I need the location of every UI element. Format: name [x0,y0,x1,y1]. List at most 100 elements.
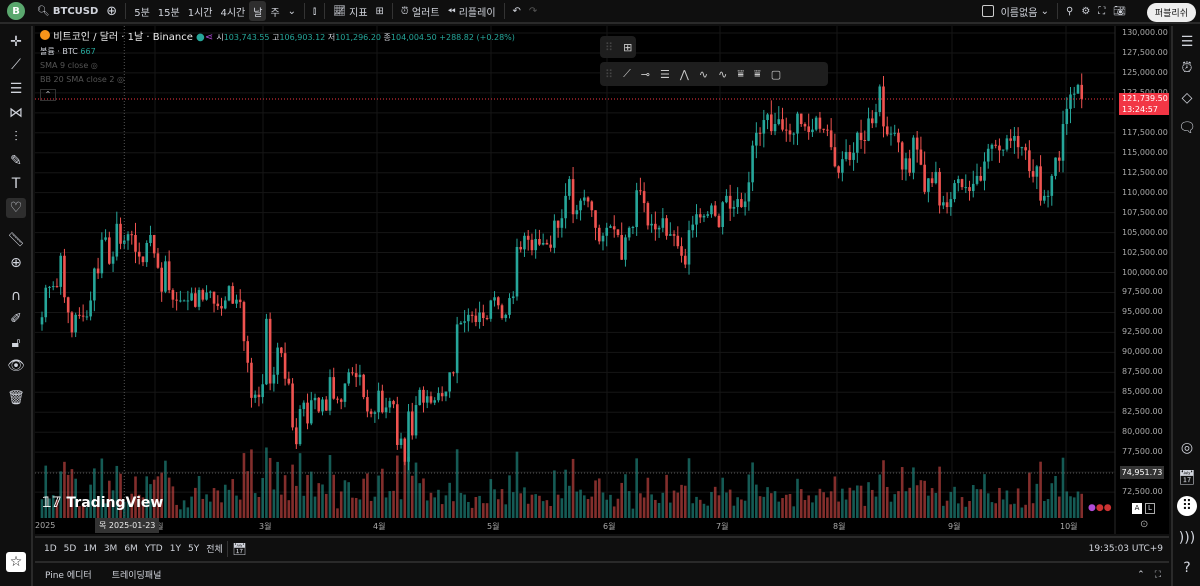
candle-body [336,398,339,400]
candle-body [859,132,863,140]
range-3m[interactable]: 3M [104,544,118,554]
symbol-search[interactable]: 🔍︎ BTCUSD [33,1,102,21]
apps-grid-icon[interactable]: ⠿ [1177,496,1197,516]
us-flag-icon[interactable]: ● [1096,503,1104,513]
elliott-wave-icon[interactable]: ∿ [699,68,708,81]
undo-button[interactable]: ↶ [509,1,525,21]
eye-hidden-icon[interactable]: ◎ [117,75,124,84]
avatar[interactable]: B [7,2,25,20]
event-flash-icon[interactable]: ● [1088,503,1096,513]
horizontal-ray-icon[interactable]: ⊸ [641,68,650,81]
indicators-button[interactable]: 📈︎ 지표 [329,1,371,21]
head-shoulders-icon[interactable]: ⋀ [680,68,689,81]
fib-icon[interactable]: ☰ [6,79,26,99]
fib-retracement-icon[interactable]: ⩸ [737,67,744,81]
interval-dropdown[interactable]: ⌄ [284,1,300,21]
interval-1h[interactable]: 1시간 [184,1,217,21]
parallel-channel-icon[interactable]: ☰ [660,68,670,81]
trend-line-icon[interactable]: ⟋ [6,55,26,75]
interval-15m[interactable]: 15분 [154,1,184,21]
trash-icon[interactable]: 🗑︎ [6,388,26,408]
chart-area[interactable] [35,26,1169,534]
replay-button[interactable]: ⏪︎ 리플레이 [444,1,500,21]
zoom-in-icon[interactable]: ⊕ [6,253,26,273]
maximize-icon[interactable]: ⛶ [1155,570,1161,580]
clock-timezone[interactable]: 19:35:03 UTC+9 [1089,544,1163,554]
interval-1w[interactable]: 주 [266,1,283,21]
star-icon[interactable]: ☆ [6,552,26,572]
alarm-clock-icon[interactable]: ⏰︎ [1177,58,1197,78]
quick-search-button[interactable]: ⚲ [1062,1,1077,21]
abcd-wave-icon[interactable]: ∿ [718,68,727,81]
layout-select[interactable]: 이름없음 ⌄ [978,1,1053,21]
auto-scale-button[interactable]: A [1132,503,1142,514]
calendar-goto-icon[interactable]: 📅︎ [232,542,247,556]
eye-icon[interactable]: 👁︎ [6,356,26,376]
ruler-icon[interactable]: 📏︎ [6,230,26,250]
alert-button[interactable]: ⏰︎ 얼러트 [397,1,444,21]
object-tree-float[interactable]: ⠿ ⊞ [600,36,636,58]
candle-body [440,393,444,397]
fib-extension-icon[interactable]: ⩸ [754,67,761,81]
help-icon[interactable]: ? [1177,558,1197,578]
interval-4h[interactable]: 4시간 [216,1,249,21]
collapse-legend-button[interactable]: ⌃ [40,89,56,101]
brush-icon[interactable]: ✎ [6,151,26,171]
us-flag-icon[interactable]: ● [1104,503,1112,513]
signal-icon[interactable]: ))) [1177,528,1197,548]
range-5y[interactable]: 5Y [188,544,199,554]
volume-bar [455,449,459,518]
trend-line-icon[interactable]: ⟋ [623,67,631,81]
range-1y[interactable]: 1Y [170,544,181,554]
range-ytd[interactable]: YTD [145,544,163,554]
heart-icon[interactable]: ♡ [6,198,26,218]
watchlist-icon[interactable]: ☰ [1177,32,1197,52]
tab-pine-editor[interactable]: Pine 에디터 [45,568,92,581]
publish-button[interactable]: 퍼블리쉬 [1146,3,1196,22]
chevron-up-icon[interactable]: ⌃ [1137,570,1145,580]
templates-button[interactable]: ⊞ [372,1,388,21]
bb-legend[interactable]: BB 20 SMA close 2 ◎ [40,73,515,87]
event-icons[interactable]: ●●● [1088,503,1112,513]
range-5d[interactable]: 5D [64,544,77,554]
settings-button[interactable]: ⚙ [1077,1,1094,21]
volume-bar [687,458,691,518]
text-icon[interactable]: T [6,174,26,194]
snapshot-button[interactable]: 📷︎ [1109,1,1130,21]
tab-trading-panel[interactable]: 트레이딩패널 [112,568,162,581]
rectangle-icon[interactable]: ▢ [771,68,781,81]
candle-body [504,314,508,319]
chat-icon[interactable]: 🗨︎ [1177,118,1197,138]
candle-body [1050,175,1054,196]
time-axis[interactable]: 2025 2월 3월 4월 5월 6월 7월 8월 9월 10월 목 2025-… [35,517,1115,534]
brand-name: TradingView [66,495,164,511]
compare-symbol-button[interactable]: ⊕ [102,1,121,21]
eye-hidden-icon[interactable]: ◎ [91,61,98,70]
calendar-icon[interactable]: 📅︎ [1177,468,1197,488]
hotlists-icon[interactable]: ◎ [1177,438,1197,458]
forecast-icon[interactable]: ⫶ [6,127,26,147]
interval-1d[interactable]: 날 [249,1,267,21]
range-1m[interactable]: 1M [83,544,97,554]
layers-icon[interactable]: ◇ [1177,88,1197,108]
crosshair-icon[interactable]: ✛ [6,32,26,52]
sma-legend[interactable]: SMA 9 close ◎ [40,59,515,73]
pattern-icon[interactable]: ⋈ [6,103,26,123]
redo-button[interactable]: ↷ [525,1,541,21]
drag-handle-icon[interactable]: ⠿ [605,41,613,54]
range-6m[interactable]: 6M [124,544,138,554]
log-scale-button[interactable]: L [1145,503,1155,514]
drag-handle-icon[interactable]: ⠿ [605,68,613,81]
chart-type-button[interactable]: ⫾ [309,1,320,21]
stay-drawing-icon[interactable]: ✐ [6,309,26,329]
time-axis-settings-icon[interactable]: ⊙ [1140,519,1148,530]
price-chart[interactable] [35,26,1169,534]
candle-body [732,207,736,209]
lock-icon[interactable]: 🔓︎ [6,333,26,353]
interval-5m[interactable]: 5분 [130,1,154,21]
candle-body [960,179,964,188]
range-1d[interactable]: 1D [44,544,57,554]
range-all[interactable]: 전체 [206,542,223,555]
magnet-icon[interactable]: ∩ [6,286,26,306]
fullscreen-button[interactable]: ⛶ [1094,1,1109,21]
